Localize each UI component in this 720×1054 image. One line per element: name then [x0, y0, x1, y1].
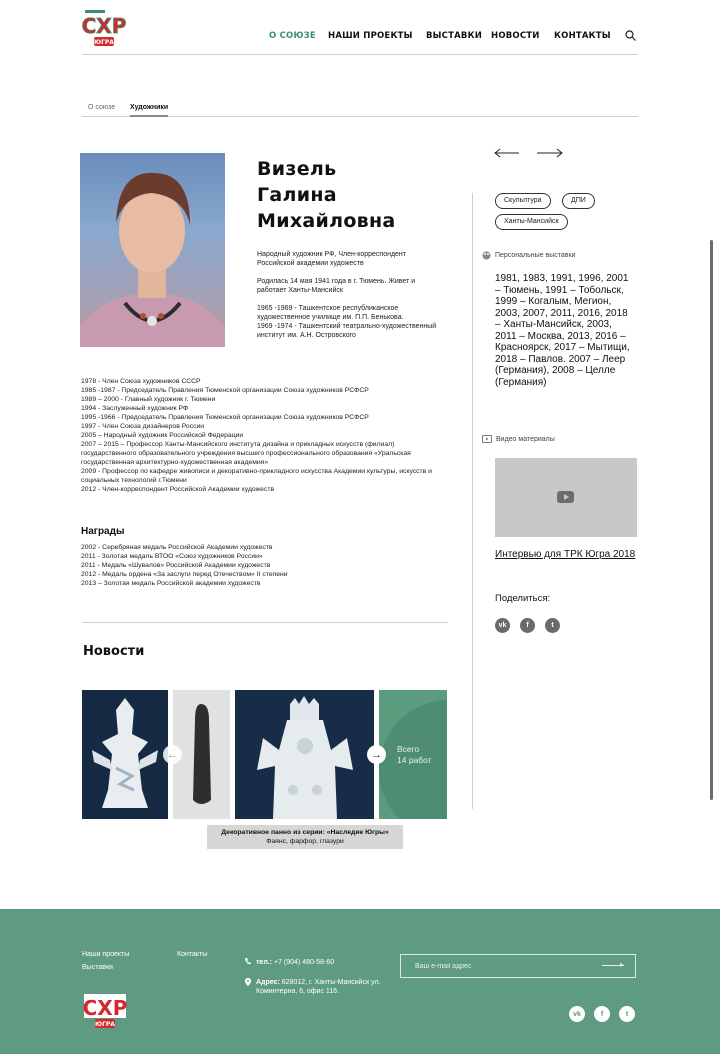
artist-portrait — [80, 153, 225, 347]
awards-heading: Награды — [81, 526, 125, 537]
site-header: СХР ЮГРА О СОЮЗЕ НАШИ ПРОЕКТЫ ВЫСТАВКИ Н… — [82, 0, 638, 55]
career-item: 2005 – Народный художник Российской Феде… — [81, 432, 244, 439]
nav-exhibitions[interactable]: ВЫСТАВКИ — [426, 31, 482, 41]
career-item: 1997 - Член Союза дизайнеров России — [81, 423, 205, 430]
career-item: 2012 - Член-корреспондент Российской Ака… — [81, 486, 275, 493]
tag-dpi[interactable]: ДПИ — [562, 193, 595, 209]
gallery-total-value: 14 работ — [397, 755, 432, 765]
career-item: 1994 - Заслуженный художник РФ — [81, 405, 189, 412]
gallery-image[interactable] — [82, 690, 168, 819]
breadcrumb-tabs: О союзе Художники — [82, 100, 638, 117]
arrow-left-icon: ← — [167, 748, 178, 761]
play-icon[interactable] — [557, 491, 574, 503]
award-item: 2011 - Медаль «Шувалов» Российской Акаде… — [81, 562, 271, 569]
video-link[interactable]: Интервью для ТРК Югра 2018 — [495, 549, 635, 560]
footer-address: Адрес: 628012, г. Ханты-Мансийск ул. Ком… — [256, 978, 381, 996]
arrow-right-icon: → — [371, 748, 382, 761]
footer-phone: тел.: +7 (904) 480-58-60 — [256, 958, 334, 967]
bio-title: Народный художник РФ, Член-корреспондент… — [257, 251, 407, 267]
sidebar-divider — [472, 193, 473, 809]
caption-title: Декоративное панно из серии: «Наследие Ю… — [221, 829, 389, 836]
facebook-icon[interactable]: f — [594, 1006, 610, 1022]
career-item: 1989 – 2000 - Главный художник г. Тюмени — [81, 396, 216, 403]
tab-about[interactable]: О союзе — [88, 104, 115, 111]
section-divider — [82, 622, 448, 623]
vk-icon[interactable]: vk — [569, 1006, 585, 1022]
bio-birth: Родилась 14 мая 1941 года в г. Тюмень. Ж… — [257, 278, 416, 294]
career-item: 2007 – 2015 – Профессор Ханты-Мансийског… — [81, 441, 411, 466]
news-gallery: Всего 14 работ — [82, 690, 447, 819]
career-item: 1985 -1987 - Председатель Правления Тюме… — [81, 387, 369, 394]
twitter-icon[interactable]: t — [619, 1006, 635, 1022]
footer-logo-subtext: ЮГРА — [95, 1021, 115, 1028]
nav-about[interactable]: О СОЮЗЕ — [269, 31, 316, 41]
footer-logo-text: СХР — [83, 996, 128, 1020]
video-player[interactable] — [495, 458, 637, 537]
submit-arrow-icon[interactable] — [602, 963, 624, 967]
tab-artists[interactable]: Художники — [130, 104, 169, 117]
tag-city[interactable]: Ханты-Мансийск — [495, 214, 568, 230]
awards-list: 2002 - Серебряная медаль Российской Акад… — [81, 543, 441, 588]
arrow-left-icon[interactable] — [494, 148, 519, 158]
scrollbar[interactable] — [710, 240, 713, 800]
gallery-caption: Декоративное панно из серии: «Наследие Ю… — [207, 825, 403, 849]
artist-name-line: Михайловна — [257, 210, 396, 232]
gallery-more[interactable]: Всего 14 работ — [379, 690, 447, 819]
twitter-icon[interactable]: t — [545, 618, 560, 633]
footer-link-exhibitions[interactable]: Выставки — [82, 964, 113, 971]
phone-value[interactable]: +7 (904) 480-58-60 — [274, 959, 334, 966]
vk-icon[interactable]: vk — [495, 618, 510, 633]
share-label: Поделиться: — [495, 593, 551, 604]
gallery-next-button[interactable]: → — [367, 745, 386, 764]
arrow-right-icon[interactable] — [537, 148, 563, 158]
footer-link-contacts[interactable]: Контакты — [177, 951, 207, 958]
artist-nav-arrows — [494, 148, 563, 158]
career-item: 1978 - Член Союза художников СССР — [81, 378, 201, 385]
tag-sculpture[interactable]: Скульптура — [495, 193, 551, 209]
nav-contacts[interactable]: КОНТАКТЫ — [554, 31, 611, 41]
nav-news[interactable]: НОВОСТИ — [491, 31, 540, 41]
search-icon[interactable] — [625, 30, 636, 41]
gallery-prev-button[interactable]: ← — [163, 745, 182, 764]
email-input[interactable] — [400, 954, 636, 978]
palette-icon — [482, 251, 491, 260]
facebook-icon[interactable]: f — [520, 618, 535, 633]
career-list: 1978 - Член Союза художников СССР 1985 -… — [81, 377, 451, 494]
caption-subtitle: Фаянс, фарфор, глазури — [266, 838, 344, 845]
nav-projects[interactable]: НАШИ ПРОЕКТЫ — [328, 31, 413, 41]
exhibitions-text: 1981, 1983, 1991, 1996, 2001 – Тюмень, 1… — [495, 273, 630, 388]
site-footer: Наши проекты Выставки Контакты тел.: +7 … — [0, 909, 720, 1054]
phone-label: тел.: — [256, 959, 273, 966]
news-heading: Новости — [83, 644, 145, 659]
exhibitions-label: Персональные выставки — [482, 251, 575, 260]
camera-icon — [482, 435, 492, 443]
address-label: Адрес: — [256, 979, 280, 986]
logo-text: СХР — [82, 14, 126, 38]
career-item: 2009 - Профессор по кафедре живописи и д… — [81, 468, 432, 484]
award-item: 2012 - Медаль ордена «За заслуги перед О… — [81, 571, 288, 578]
gallery-total-label: Всего — [397, 744, 420, 754]
footer-logo[interactable]: СХР ЮГРА — [82, 988, 128, 1030]
gallery-image[interactable] — [235, 690, 374, 819]
logo-subtext: ЮГРА — [94, 39, 114, 46]
video-label: Видео материалы — [482, 435, 555, 443]
award-item: 2011 - Золотая медаль ВТОО «Союз художни… — [81, 553, 263, 560]
footer-link-projects[interactable]: Наши проекты — [82, 951, 129, 958]
video-label-text: Видео материалы — [496, 435, 555, 443]
award-item: 2013 – Золотая медаль Российской академи… — [81, 580, 261, 587]
career-item: 1995 -1966 - Председатель Правления Тюме… — [81, 414, 369, 421]
artist-bio: Народный художник РФ, Член-корреспондент… — [257, 250, 437, 349]
artist-name: Визель Галина Михайловна — [257, 156, 396, 234]
location-icon — [245, 978, 251, 986]
artist-name-line: Галина — [257, 184, 337, 206]
bio-education: 1965 -1969 - Ташкентское республиканское… — [257, 305, 437, 339]
site-logo[interactable]: СХР ЮГРА — [82, 8, 126, 48]
exhibitions-label-text: Персональные выставки — [495, 252, 576, 259]
phone-icon — [245, 958, 251, 965]
award-item: 2002 - Серебряная медаль Российской Акад… — [81, 544, 273, 551]
artist-name-line: Визель — [257, 158, 337, 180]
